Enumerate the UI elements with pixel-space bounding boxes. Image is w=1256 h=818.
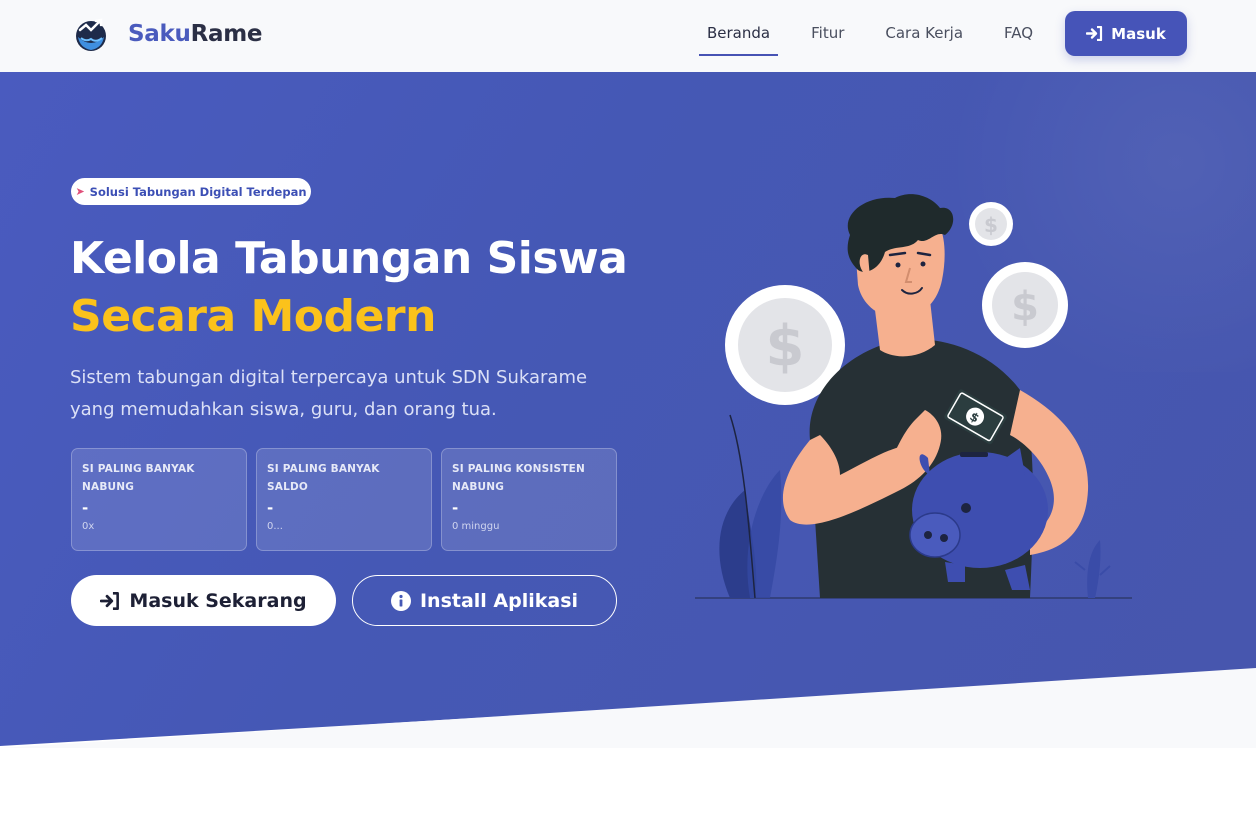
svg-text:$: $ — [1011, 284, 1039, 330]
stat-card-most-consistent: SI PALING KONSISTEN NABUNG - 0 minggu — [441, 448, 617, 551]
hero-subtitle: Sistem tabungan digital terpercaya untuk… — [70, 367, 588, 420]
nav-link-fitur[interactable]: Fitur — [803, 14, 852, 56]
nav-links: Beranda Fitur Cara Kerja FAQ — [699, 14, 1041, 56]
brand[interactable]: SakuRame — [72, 14, 262, 54]
stat-label: SI PALING BANYAK NABUNG — [82, 463, 195, 493]
stat-value: - — [452, 499, 459, 517]
navbar: SakuRame Beranda Fitur Cara Kerja FAQ Ma… — [0, 0, 1256, 72]
install-app-button[interactable]: Install Aplikasi — [352, 575, 617, 626]
plant-right — [1087, 540, 1101, 598]
sign-in-icon — [1086, 26, 1103, 41]
svg-text:$: $ — [766, 314, 805, 379]
brand-logo-icon — [76, 18, 106, 51]
hero-badge-label: Solusi Tabungan Digital Terdepan — [89, 184, 307, 199]
rocket-icon: ➤ — [75, 185, 85, 198]
saving-boy-illustration: $ $ $ $ — [695, 194, 1132, 599]
svg-text:$: $ — [984, 213, 998, 237]
hero-title-line2: Secara Modern — [70, 291, 436, 342]
stats-row: SI PALING BANYAK NABUNG - 0x SI PALING B… — [71, 448, 626, 551]
stat-value: - — [82, 499, 89, 517]
stat-label: SI PALING KONSISTEN NABUNG — [452, 463, 585, 493]
hero-title: Kelola Tabungan Siswa Secara Modern — [70, 230, 628, 346]
hero-title-line1: Kelola Tabungan Siswa — [70, 233, 628, 284]
plant-left-2 — [747, 470, 782, 598]
nav-link-beranda[interactable]: Beranda — [699, 14, 779, 56]
stat-meta: 0 minggu — [452, 521, 500, 532]
info-circle-icon — [390, 590, 411, 611]
stat-label: SI PALING BANYAK SALDO — [267, 463, 380, 493]
login-button-label: Masuk — [1111, 24, 1166, 43]
coin-small: $ — [969, 202, 1013, 246]
stat-card-highest-balance: SI PALING BANYAK SALDO - 0... — [256, 448, 432, 551]
coin-medium: $ — [982, 262, 1068, 348]
install-app-button-label: Install Aplikasi — [419, 589, 579, 612]
login-button[interactable]: Masuk — [1065, 11, 1187, 56]
hero-badge: ➤ Solusi Tabungan Digital Terdepan — [71, 178, 311, 205]
nav-link-cara-kerja[interactable]: Cara Kerja — [877, 14, 971, 56]
boy-head — [847, 194, 954, 319]
nav-link-faq[interactable]: FAQ — [996, 14, 1041, 56]
login-now-button-label: Masuk Sekarang — [129, 589, 307, 612]
stat-card-most-saves: SI PALING BANYAK NABUNG - 0x — [71, 448, 247, 551]
stat-meta: 0x — [82, 521, 95, 532]
login-now-button[interactable]: Masuk Sekarang — [71, 575, 336, 626]
brand-name: SakuRame — [128, 21, 263, 47]
stat-value: - — [267, 499, 274, 517]
sign-in-icon — [100, 591, 120, 610]
stat-meta: 0... — [267, 521, 283, 532]
